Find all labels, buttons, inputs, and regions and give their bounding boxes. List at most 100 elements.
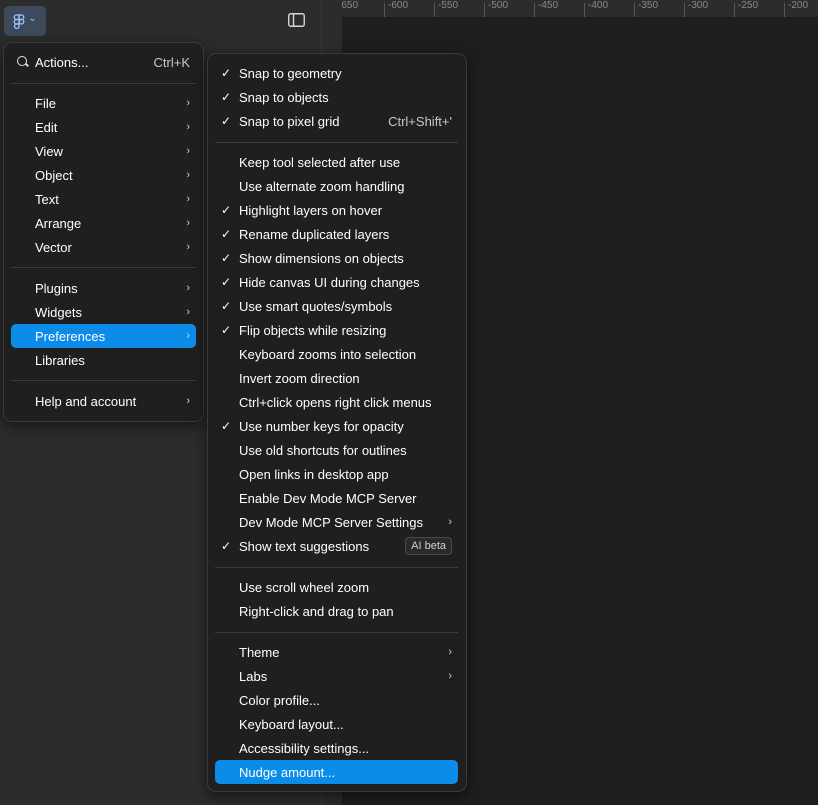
ruler-tick-label: -600 <box>388 0 409 11</box>
menu-item-label: Snap to pixel grid <box>239 113 340 129</box>
check-icon: ✓ <box>221 275 232 289</box>
chevron-right-icon: › <box>186 97 190 109</box>
figma-logo-icon <box>13 13 25 29</box>
pref-item-show-dimensions-on-objects[interactable]: ✓ Show dimensions on objects <box>215 246 458 270</box>
menu-item-actions[interactable]: Actions... Ctrl+K <box>11 50 196 74</box>
menu-item-label: Use number keys for opacity <box>239 418 404 434</box>
pref-item-right-click-and-drag-to-pan[interactable]: Right-click and drag to pan <box>215 599 458 623</box>
chevron-right-icon: › <box>186 145 190 157</box>
menu-divider <box>11 267 196 268</box>
chevron-right-icon: › <box>186 121 190 133</box>
menu-item-label: Rename duplicated layers <box>239 226 390 242</box>
ruler-corner <box>322 0 342 18</box>
pref-item-enable-dev-mode-mcp-server[interactable]: Enable Dev Mode MCP Server <box>215 486 458 510</box>
pref-item-labs[interactable]: Labs › <box>215 664 458 688</box>
chevron-right-icon: › <box>186 306 190 318</box>
check-icon: ✓ <box>221 299 232 313</box>
menu-item-label: Object <box>35 167 73 183</box>
menu-item-label: Color profile... <box>239 692 320 708</box>
menu-item-label: Use alternate zoom handling <box>239 178 405 194</box>
pref-item-keyboard-layout[interactable]: Keyboard layout... <box>215 712 458 736</box>
chevron-right-icon: › <box>186 169 190 181</box>
pref-item-snap-to-geometry[interactable]: ✓ Snap to geometry <box>215 61 458 85</box>
menu-divider <box>11 380 196 381</box>
menu-item-label: Ctrl+click opens right click menus <box>239 394 432 410</box>
pref-item-use-alternate-zoom-handling[interactable]: Use alternate zoom handling <box>215 174 458 198</box>
menu-item-label: Enable Dev Mode MCP Server <box>239 490 417 506</box>
menu-item-vector[interactable]: Vector › <box>11 235 196 259</box>
pref-item-use-scroll-wheel-zoom[interactable]: Use scroll wheel zoom <box>215 575 458 599</box>
main-menu: Actions... Ctrl+K File › Edit › View › Object ›… <box>3 42 204 422</box>
check-icon: ✓ <box>221 251 232 265</box>
menu-item-label: Use smart quotes/symbols <box>239 298 393 314</box>
ruler-tick-label: -650 <box>342 0 359 11</box>
pref-item-dev-mode-mcp-server-settings[interactable]: Dev Mode MCP Server Settings › <box>215 510 458 534</box>
menu-divider <box>215 142 458 143</box>
menu-item-arrange[interactable]: Arrange › <box>11 211 196 235</box>
ruler-tick-label: -550 <box>438 0 459 11</box>
menu-item-label: Show text suggestions <box>239 538 370 554</box>
menu-divider <box>215 632 458 633</box>
check-icon: ✓ <box>221 227 232 241</box>
ruler-tick-label: -350 <box>638 0 659 11</box>
menu-item-label: Keyboard layout... <box>239 716 344 732</box>
menu-item-file[interactable]: File › <box>11 91 196 115</box>
menu-item-widgets[interactable]: Widgets › <box>11 300 196 324</box>
pref-item-flip-objects-while-resizing[interactable]: ✓ Flip objects while resizing <box>215 318 458 342</box>
chevron-right-icon: › <box>186 395 190 407</box>
ruler-tick-label: -200 <box>788 0 809 11</box>
menu-item-object[interactable]: Object › <box>11 163 196 187</box>
check-icon: ✓ <box>221 323 232 337</box>
menu-item-label: Keyboard zooms into selection <box>239 346 417 362</box>
pref-item-keyboard-zooms-into-selection[interactable]: Keyboard zooms into selection <box>215 342 458 366</box>
chevron-right-icon: › <box>186 330 190 342</box>
chevron-right-icon: › <box>448 670 452 682</box>
pref-item-accessibility-settings[interactable]: Accessibility settings... <box>215 736 458 760</box>
menu-item-label: Actions... <box>35 54 89 70</box>
pref-item-color-profile[interactable]: Color profile... <box>215 688 458 712</box>
menu-item-label: File <box>35 95 56 111</box>
pref-item-show-text-suggestions[interactable]: ✓ Show text suggestions AI beta <box>215 534 458 558</box>
menu-item-label: Libraries <box>35 352 85 368</box>
menu-item-preferences[interactable]: Preferences › <box>11 324 196 348</box>
pref-item-rename-duplicated-layers[interactable]: ✓ Rename duplicated layers <box>215 222 458 246</box>
pref-item-theme[interactable]: Theme › <box>215 640 458 664</box>
menu-item-label: Accessibility settings... <box>239 740 370 756</box>
pref-item-invert-zoom-direction[interactable]: Invert zoom direction <box>215 366 458 390</box>
menu-item-label: Arrange <box>35 215 82 231</box>
menu-item-label: Hide canvas UI during changes <box>239 274 420 290</box>
menu-item-label: Highlight layers on hover <box>239 202 383 218</box>
menu-item-edit[interactable]: Edit › <box>11 115 196 139</box>
ruler-tick-label: -450 <box>538 0 559 11</box>
panel-toggle-icon[interactable] <box>288 13 305 27</box>
pref-item-hide-canvas-ui-during-changes[interactable]: ✓ Hide canvas UI during changes <box>215 270 458 294</box>
main-menu-button[interactable]: ⌄ <box>4 6 46 36</box>
menu-item-plugins[interactable]: Plugins › <box>11 276 196 300</box>
pref-item-keep-tool-selected-after-use[interactable]: Keep tool selected after use <box>215 150 458 174</box>
menu-item-libraries[interactable]: Libraries <box>11 348 196 372</box>
menu-item-help-and-account[interactable]: Help and account › <box>11 389 196 413</box>
check-icon: ✓ <box>221 90 232 104</box>
pref-item-snap-to-pixel-grid[interactable]: ✓ Snap to pixel grid Ctrl+Shift+' <box>215 109 458 133</box>
menu-item-text[interactable]: Text › <box>11 187 196 211</box>
pref-item-use-number-keys-for-opacity[interactable]: ✓ Use number keys for opacity <box>215 414 458 438</box>
preferences-submenu: ✓ Snap to geometry ✓ Snap to objects ✓ Snap t… <box>207 53 467 792</box>
menu-item-label: Preferences <box>35 328 106 344</box>
pref-item-use-old-shortcuts-for-outlines[interactable]: Use old shortcuts for outlines <box>215 438 458 462</box>
menu-divider <box>11 83 196 84</box>
ruler-tick-label: -300 <box>688 0 709 11</box>
check-icon: ✓ <box>221 203 232 217</box>
pref-item-ctrl-click-opens-right-click-menus[interactable]: Ctrl+click opens right click menus <box>215 390 458 414</box>
pref-item-nudge-amount[interactable]: Nudge amount... <box>215 760 458 784</box>
menu-item-label: Text <box>35 191 59 207</box>
menu-item-label: Theme <box>239 644 280 660</box>
menu-item-view[interactable]: View › <box>11 139 196 163</box>
pref-item-highlight-layers-on-hover[interactable]: ✓ Highlight layers on hover <box>215 198 458 222</box>
menu-item-label: Flip objects while resizing <box>239 322 387 338</box>
pref-item-use-smart-quotes-symbols[interactable]: ✓ Use smart quotes/symbols <box>215 294 458 318</box>
pref-item-open-links-in-desktop-app[interactable]: Open links in desktop app <box>215 462 458 486</box>
pref-item-snap-to-objects[interactable]: ✓ Snap to objects <box>215 85 458 109</box>
ruler-tick-label: -400 <box>588 0 609 11</box>
horizontal-ruler: -650 -600 -550 -500 -450 -400 -350 -300 -250 -200 <box>342 0 818 18</box>
menu-item-label: Keep tool selected after use <box>239 154 401 170</box>
